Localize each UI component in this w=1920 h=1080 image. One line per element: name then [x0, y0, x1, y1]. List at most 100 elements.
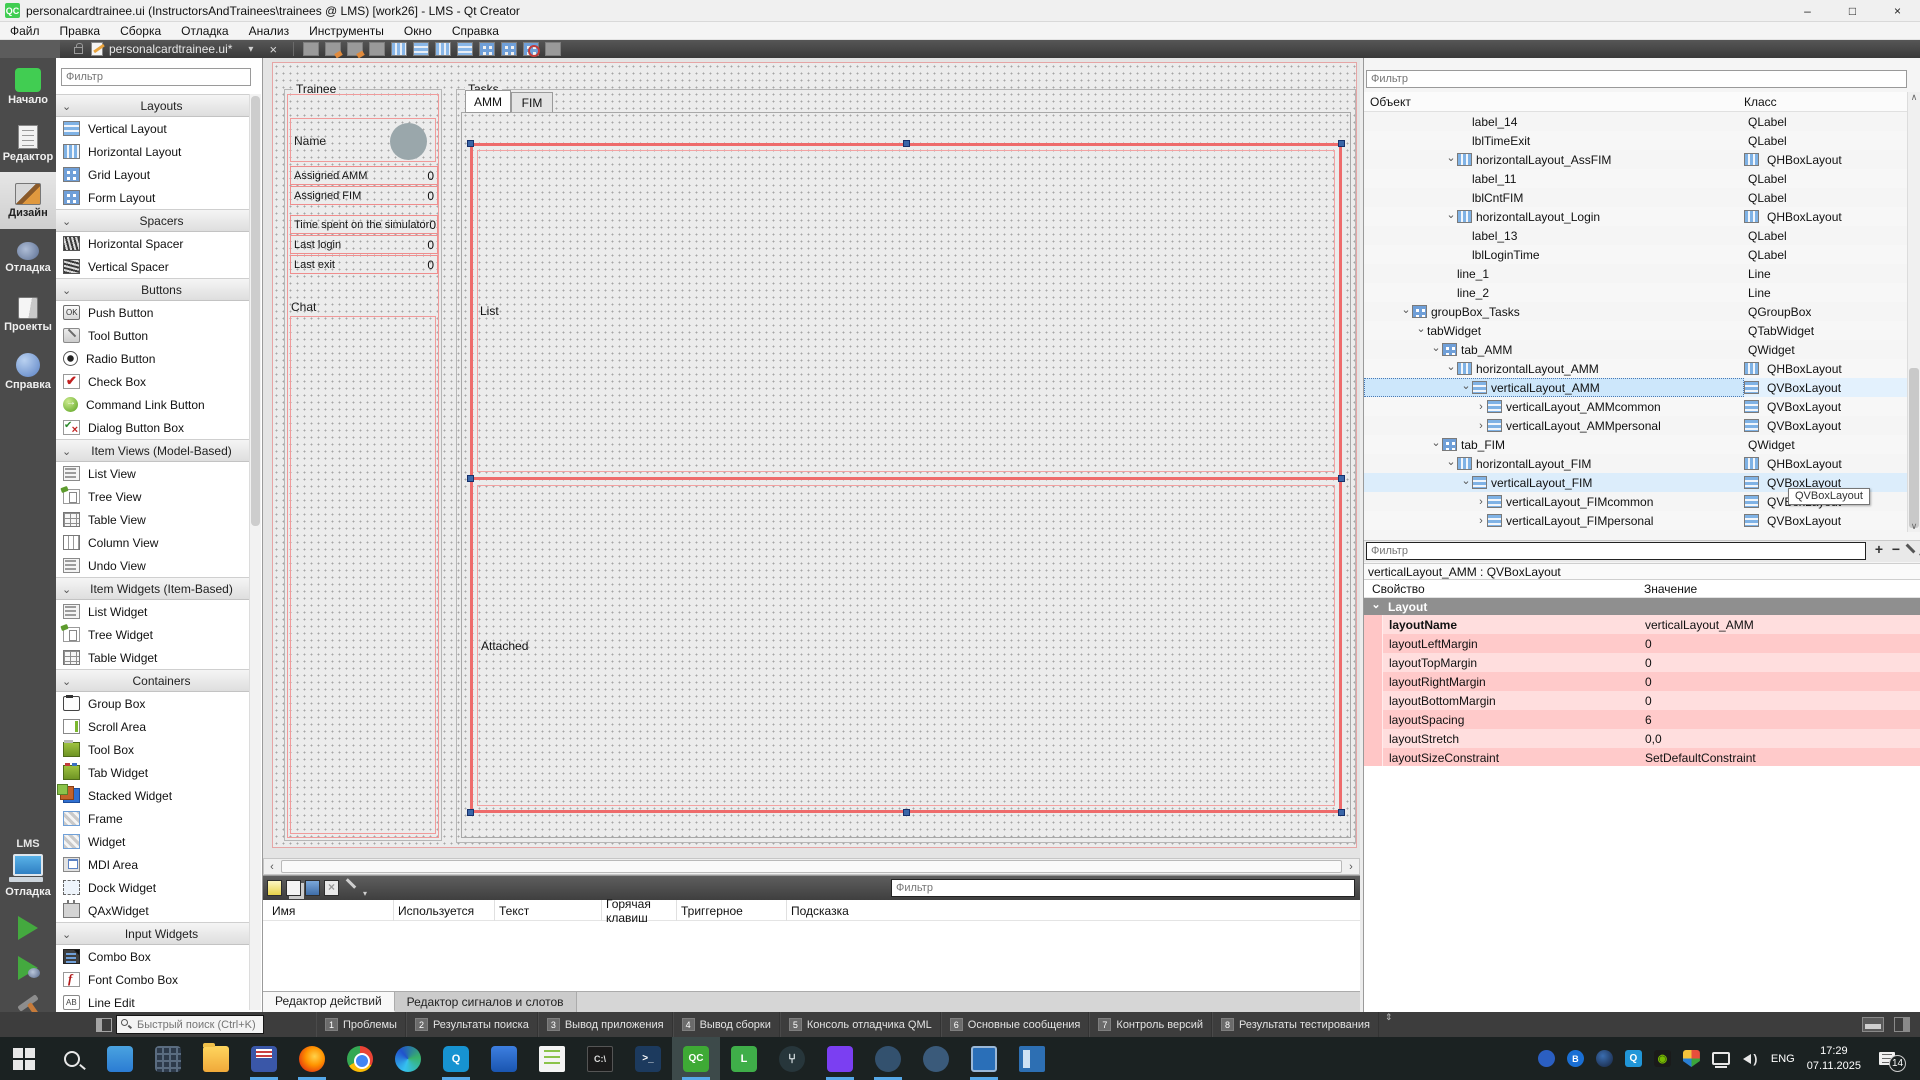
form-surface[interactable]: Trainee Name Assigned AMM 0 Assigned FIM [272, 62, 1357, 848]
object-tree-row[interactable]: line_1 Line [1364, 264, 1907, 283]
object-name-cell[interactable]: label_14 [1364, 112, 1744, 131]
canvas-scroll-thumb[interactable] [281, 860, 1342, 873]
taskbar-button[interactable] [432, 1037, 480, 1080]
widget-box-row[interactable]: Vertical Spacer [56, 255, 250, 278]
menu-item[interactable]: Файл [0, 22, 50, 40]
property-value[interactable]: 0 [1645, 694, 1920, 708]
widget-box-row[interactable]: Push Button [56, 301, 250, 324]
action-settings-icon[interactable] [343, 880, 363, 896]
amm-common-layout-outline[interactable] [477, 150, 1335, 472]
taskbar-button[interactable] [768, 1037, 816, 1080]
taskbar-button[interactable] [912, 1037, 960, 1080]
property-row[interactable]: layoutRightMargin 0 [1364, 672, 1920, 691]
remove-property-icon[interactable]: − [1888, 541, 1904, 561]
widget-box-row[interactable]: Item Views (Model-Based) [56, 439, 250, 462]
object-tree-row[interactable]: lblLoginTime QLabel [1364, 245, 1907, 264]
run-button[interactable] [18, 916, 38, 940]
taskbar-button[interactable] [240, 1037, 288, 1080]
layout-property-group[interactable]: Layout [1364, 598, 1920, 615]
object-name-cell[interactable]: horizontalLayout_AMM [1364, 359, 1744, 378]
object-name-cell[interactable]: verticalLayout_AMMpersonal [1364, 416, 1744, 435]
object-name-cell[interactable]: groupBox_Tasks [1364, 302, 1744, 321]
object-tree-row[interactable]: tabWidget QTabWidget [1364, 321, 1907, 340]
build-button[interactable] [17, 994, 38, 1012]
edit-tab-order-icon[interactable] [369, 42, 385, 56]
property-value[interactable]: 6 [1645, 713, 1920, 727]
mode-item[interactable]: Проекты [0, 286, 56, 343]
layout-vertical-splitter-icon[interactable] [457, 42, 473, 56]
pane-expand-icon[interactable]: ⇕ [1379, 1012, 1399, 1037]
property-filter-input[interactable] [1366, 542, 1866, 560]
widget-box-row[interactable]: Tree Widget [56, 623, 250, 646]
property-row[interactable]: layoutSizeConstraint SetDefaultConstrain… [1364, 748, 1920, 767]
menu-item[interactable]: Окно [394, 22, 442, 40]
value-column-header[interactable]: Значение [1644, 582, 1697, 596]
column-header[interactable]: Имя [268, 900, 394, 921]
column-header[interactable]: Подсказка [787, 900, 907, 921]
edit-widgets-icon[interactable] [303, 42, 319, 56]
expander-icon[interactable] [1475, 420, 1487, 432]
taskbar-button[interactable] [864, 1037, 912, 1080]
resize-handle-top-mid[interactable] [903, 140, 910, 147]
taskbar-button[interactable] [0, 1037, 48, 1080]
open-document-name[interactable]: personalcardtrainee.ui* [109, 42, 232, 56]
nvidia-tray-icon[interactable] [1654, 1050, 1671, 1067]
widget-box-scrollbar[interactable] [249, 94, 261, 1010]
menu-item[interactable]: Правка [50, 22, 111, 40]
layout-vertical-icon[interactable] [413, 42, 429, 56]
scroll-right-icon[interactable]: › [1343, 861, 1359, 873]
property-row[interactable]: layoutBottomMargin 0 [1364, 691, 1920, 710]
object-tree-row[interactable]: tab_AMM QWidget [1364, 340, 1907, 359]
expander-icon[interactable] [1445, 212, 1457, 221]
widget-box-row[interactable]: Containers [56, 669, 250, 692]
category-chevron-icon[interactable] [62, 444, 71, 458]
property-row[interactable]: layoutTopMargin 0 [1364, 653, 1920, 672]
taskbar-button[interactable] [672, 1037, 720, 1080]
object-tree-row[interactable]: label_14 QLabel [1364, 112, 1907, 131]
object-name-cell[interactable]: verticalLayout_AMM [1364, 378, 1744, 397]
selected-layout-rect[interactable]: List Attached [470, 143, 1342, 813]
object-name-cell[interactable]: verticalLayout_FIMcommon [1364, 492, 1744, 511]
resize-handle-bottom-right[interactable] [1338, 809, 1345, 816]
widget-box-row[interactable]: Font Combo Box [56, 968, 250, 991]
mode-item[interactable]: Дизайн [0, 172, 56, 229]
widget-box-row[interactable]: Tool Button [56, 324, 250, 347]
widget-box-row[interactable]: Tab Widget [56, 761, 250, 784]
output-pane-button[interactable]: 5 Консоль отладчика QML [780, 1012, 941, 1037]
expander-icon[interactable] [1475, 496, 1487, 508]
object-tree-row[interactable]: verticalLayout_AMM QVBoxLayout [1364, 378, 1907, 397]
taskbar-button[interactable] [624, 1037, 672, 1080]
widget-filter-input[interactable] [61, 68, 251, 86]
object-name-cell[interactable]: horizontalLayout_FIM [1364, 454, 1744, 473]
resize-handle-top-left[interactable] [467, 140, 474, 147]
taskbar-button[interactable] [1008, 1037, 1056, 1080]
resize-handle-top-right[interactable] [1338, 140, 1345, 147]
layout-horizontal-icon[interactable] [391, 42, 407, 56]
q-tray-icon[interactable] [1625, 1050, 1642, 1067]
category-chevron-icon[interactable] [62, 927, 71, 941]
add-property-icon[interactable]: + [1871, 541, 1887, 561]
widget-box-row[interactable]: Table View [56, 508, 250, 531]
taskbar-button[interactable] [816, 1037, 864, 1080]
object-name-cell[interactable]: horizontalLayout_AssFIM [1364, 150, 1744, 169]
object-tree-row[interactable]: tab_FIM QWidget [1364, 435, 1907, 454]
clock[interactable]: 17:29 07.11.2025 [1807, 1044, 1861, 1074]
resize-handle-mid-right[interactable] [1338, 475, 1345, 482]
name-row-outline[interactable]: Name [290, 118, 436, 162]
object-tree-row[interactable]: verticalLayout_AMMpersonal QVBoxLayout [1364, 416, 1907, 435]
taskbar-button[interactable] [384, 1037, 432, 1080]
resize-handle-bottom-left[interactable] [467, 809, 474, 816]
widget-box-row[interactable]: Horizontal Layout [56, 140, 250, 163]
object-tree-row[interactable]: horizontalLayout_FIM QHBoxLayout [1364, 454, 1907, 473]
object-tree-row[interactable]: label_11 QLabel [1364, 169, 1907, 188]
tab-fim[interactable]: FIM [511, 92, 553, 113]
mode-item[interactable]: Справка [0, 343, 56, 400]
expander-icon[interactable] [1445, 364, 1457, 373]
tab-amm[interactable]: AMM [465, 90, 511, 113]
category-chevron-icon[interactable] [62, 214, 71, 228]
canvas-h-scrollbar[interactable]: ‹ › [263, 858, 1360, 875]
expander-icon[interactable] [1400, 307, 1412, 316]
sidebar-toggle-icon[interactable] [96, 1018, 112, 1032]
widget-box-row[interactable]: Horizontal Spacer [56, 232, 250, 255]
widget-box-row[interactable]: Item Widgets (Item-Based) [56, 577, 250, 600]
